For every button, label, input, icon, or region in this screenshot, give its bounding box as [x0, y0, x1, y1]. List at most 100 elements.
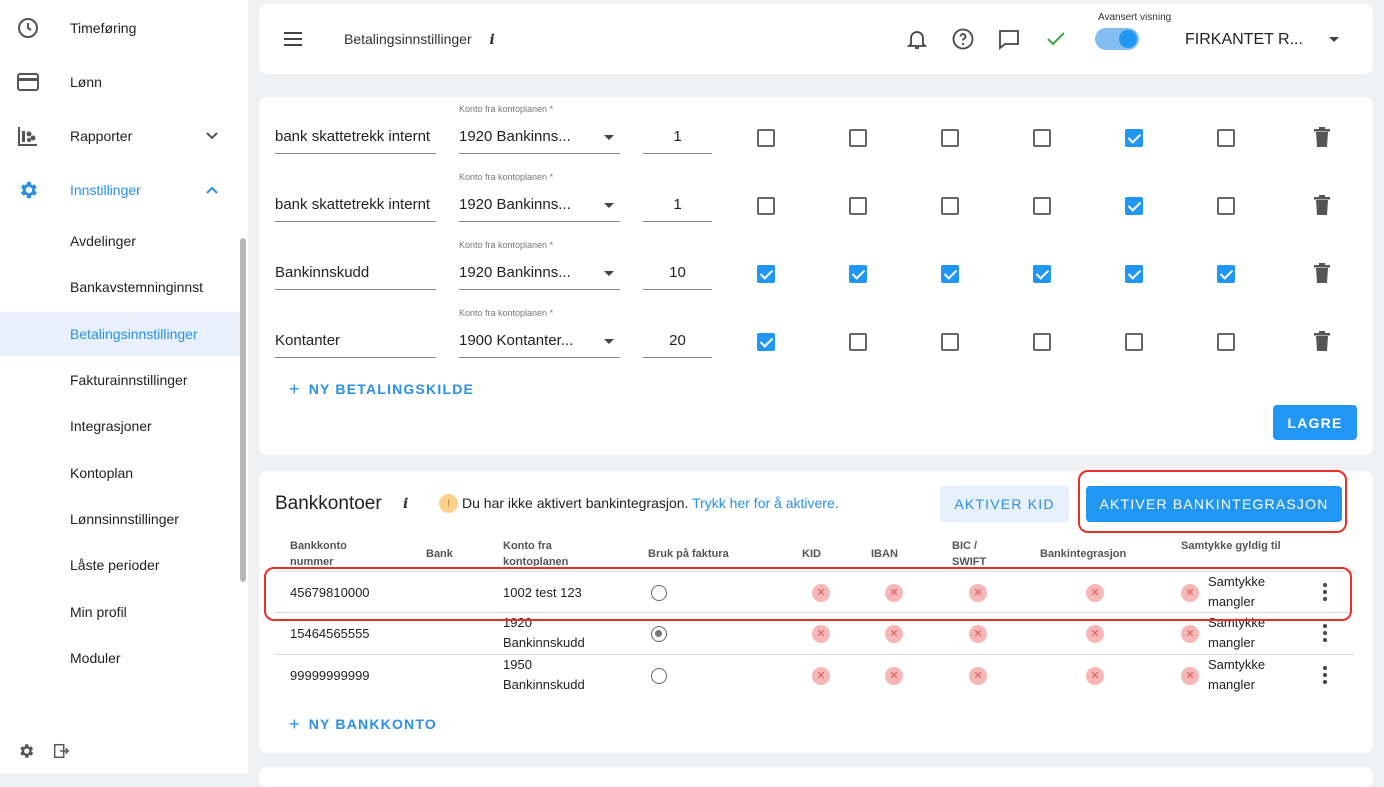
column-header-bic: BIC / SWIFT [952, 540, 987, 566]
sidebar-subitem-kontoplan[interactable]: Kontoplan [0, 451, 240, 495]
company-selector[interactable]: FIRKANTET R... [1185, 31, 1303, 49]
sidebar-subitem-fakturainnstillinger[interactable]: Fakturainnstillinger [0, 358, 240, 402]
check-icon [1047, 32, 1065, 46]
chat-icon[interactable] [997, 27, 1021, 51]
number-input[interactable]: 10 [643, 254, 712, 290]
account-select[interactable]: Konto fra kontoplanen * 1920 Bankinns... [459, 172, 620, 222]
account-select[interactable]: Konto fra kontoplanen * 1920 Bankinns... [459, 104, 620, 154]
logout-icon[interactable] [52, 742, 70, 760]
number-input[interactable]: 1 [643, 118, 712, 154]
trash-icon[interactable] [1314, 127, 1330, 147]
checkbox[interactable] [1217, 333, 1235, 351]
caret-down-icon [604, 271, 614, 276]
trash-icon[interactable] [1314, 263, 1330, 283]
kid-status-x-icon: ✕ [812, 625, 830, 643]
source-name-input[interactable]: Kontanter [275, 322, 436, 358]
sidebar-item-rapporter[interactable]: Rapporter [0, 113, 240, 159]
menu-icon[interactable] [283, 29, 305, 49]
checkbox[interactable] [849, 333, 867, 351]
sidebar-item-innstillinger[interactable]: Innstillinger [0, 167, 240, 213]
caret-down-icon [604, 135, 614, 140]
checkbox[interactable] [941, 129, 959, 147]
number-input[interactable]: 20 [643, 322, 712, 358]
source-name-input[interactable]: bank skattetrekk internt [275, 118, 436, 154]
sidebar-item-lonn[interactable]: Lønn [0, 59, 240, 105]
sidebar-item-timeforing[interactable]: Timeføring [0, 5, 240, 51]
sidebar-scrollbar[interactable] [240, 238, 246, 582]
source-name-input[interactable]: bank skattetrekk internt [275, 186, 436, 222]
plus-icon: + [289, 714, 301, 734]
use-on-invoice-radio-selected[interactable] [651, 626, 667, 642]
account-select[interactable]: Konto fra kontoplanen * 1920 Bankinns... [459, 240, 620, 290]
checkbox[interactable] [849, 129, 867, 147]
checkbox[interactable] [1125, 333, 1143, 351]
checkbox-checked[interactable] [757, 265, 775, 283]
checkbox[interactable] [1217, 197, 1235, 215]
caret-down-icon[interactable] [1329, 37, 1339, 42]
toggle-knob [1119, 30, 1137, 48]
account-select-value: 1920 Bankinns... [459, 264, 571, 281]
info-icon[interactable]: i [490, 32, 495, 48]
add-payment-source-button[interactable]: + NY BETALINGSKILDE [289, 378, 474, 399]
source-name-input[interactable]: Bankinnskudd [275, 254, 436, 290]
number-input[interactable]: 1 [643, 186, 712, 222]
checkbox[interactable] [1033, 333, 1051, 351]
checkbox-checked[interactable] [941, 265, 959, 283]
clock-icon [16, 16, 40, 40]
checkbox-checked[interactable] [1125, 265, 1143, 283]
help-icon[interactable] [951, 27, 975, 51]
checkbox-checked[interactable] [1217, 265, 1235, 283]
activate-integration-link[interactable]: Trykk her for å aktivere. [692, 495, 839, 511]
info-icon[interactable]: i [403, 496, 408, 512]
checkbox-checked[interactable] [1125, 129, 1143, 147]
account-select-label: Konto fra kontoplanen * [459, 308, 554, 318]
checkbox[interactable] [849, 197, 867, 215]
sidebar-subitem-label: Lønnsinnstillinger [70, 511, 179, 527]
save-button[interactable]: LAGRE [1273, 405, 1357, 440]
more-options-icon[interactable] [1323, 624, 1327, 642]
sidebar-subitem-lonnsinnstillinger[interactable]: Lønnsinnstillinger [0, 497, 240, 541]
checkbox[interactable] [1033, 129, 1051, 147]
checkbox[interactable] [1217, 129, 1235, 147]
account-select-value: 1920 Bankinns... [459, 128, 571, 145]
bell-icon[interactable] [905, 27, 929, 51]
highlight-box-integration-button [1078, 470, 1347, 533]
activate-kid-button[interactable]: AKTIVER KID [940, 486, 1069, 522]
checkbox-checked[interactable] [757, 333, 775, 351]
checkbox[interactable] [757, 129, 775, 147]
consent-status-x-icon: ✕ [1181, 667, 1199, 685]
sidebar-subitem-laste-perioder[interactable]: Låste perioder [0, 543, 240, 587]
sidebar-subitem-integrasjoner[interactable]: Integrasjoner [0, 404, 240, 448]
checkbox-checked[interactable] [849, 265, 867, 283]
sidebar-subitem-avdelinger[interactable]: Avdelinger [0, 219, 240, 263]
more-options-icon[interactable] [1323, 666, 1327, 684]
checkbox[interactable] [941, 197, 959, 215]
sidebar-subitem-bankavstemning[interactable]: Bankavstemninginnst [0, 265, 240, 309]
checkbox[interactable] [1033, 197, 1051, 215]
bic-status-x-icon: ✕ [969, 625, 987, 643]
table-row[interactable]: 99999999999 1950 Bankinnskudd ✕ ✕ ✕ ✕ ✕ … [275, 655, 1355, 697]
trash-icon[interactable] [1314, 331, 1330, 351]
credit-card-icon [16, 70, 40, 94]
sidebar-subitem-min-profil[interactable]: Min profil [0, 590, 240, 634]
account-select[interactable]: Konto fra kontoplanen * 1900 Kontanter..… [459, 308, 620, 358]
trash-icon[interactable] [1314, 195, 1330, 215]
reports-icon [16, 124, 40, 148]
iban-status-x-icon: ✕ [885, 667, 903, 685]
checkbox-checked[interactable] [1033, 265, 1051, 283]
account-select-label: Konto fra kontoplanen * [459, 172, 554, 182]
warning-icon: ! [439, 494, 458, 513]
account-select-value: 1920 Bankinns... [459, 196, 571, 213]
bic-status-x-icon: ✕ [969, 667, 987, 685]
checkbox[interactable] [941, 333, 959, 351]
checkbox-checked[interactable] [1125, 197, 1143, 215]
advanced-view-toggle[interactable] [1095, 28, 1139, 50]
add-bank-account-button[interactable]: + NY BANKKONTO [289, 713, 437, 734]
sidebar-subitem-label: Låste perioder [70, 557, 160, 573]
use-on-invoice-radio[interactable] [651, 668, 667, 684]
sidebar-subitem-moduler[interactable]: Moduler [0, 636, 240, 680]
checkbox[interactable] [757, 197, 775, 215]
settings-icon[interactable] [17, 742, 35, 760]
page-title: Betalingsinnstillinger i [344, 31, 495, 48]
sidebar-subitem-betalingsinnstillinger[interactable]: Betalingsinnstillinger [0, 312, 240, 356]
